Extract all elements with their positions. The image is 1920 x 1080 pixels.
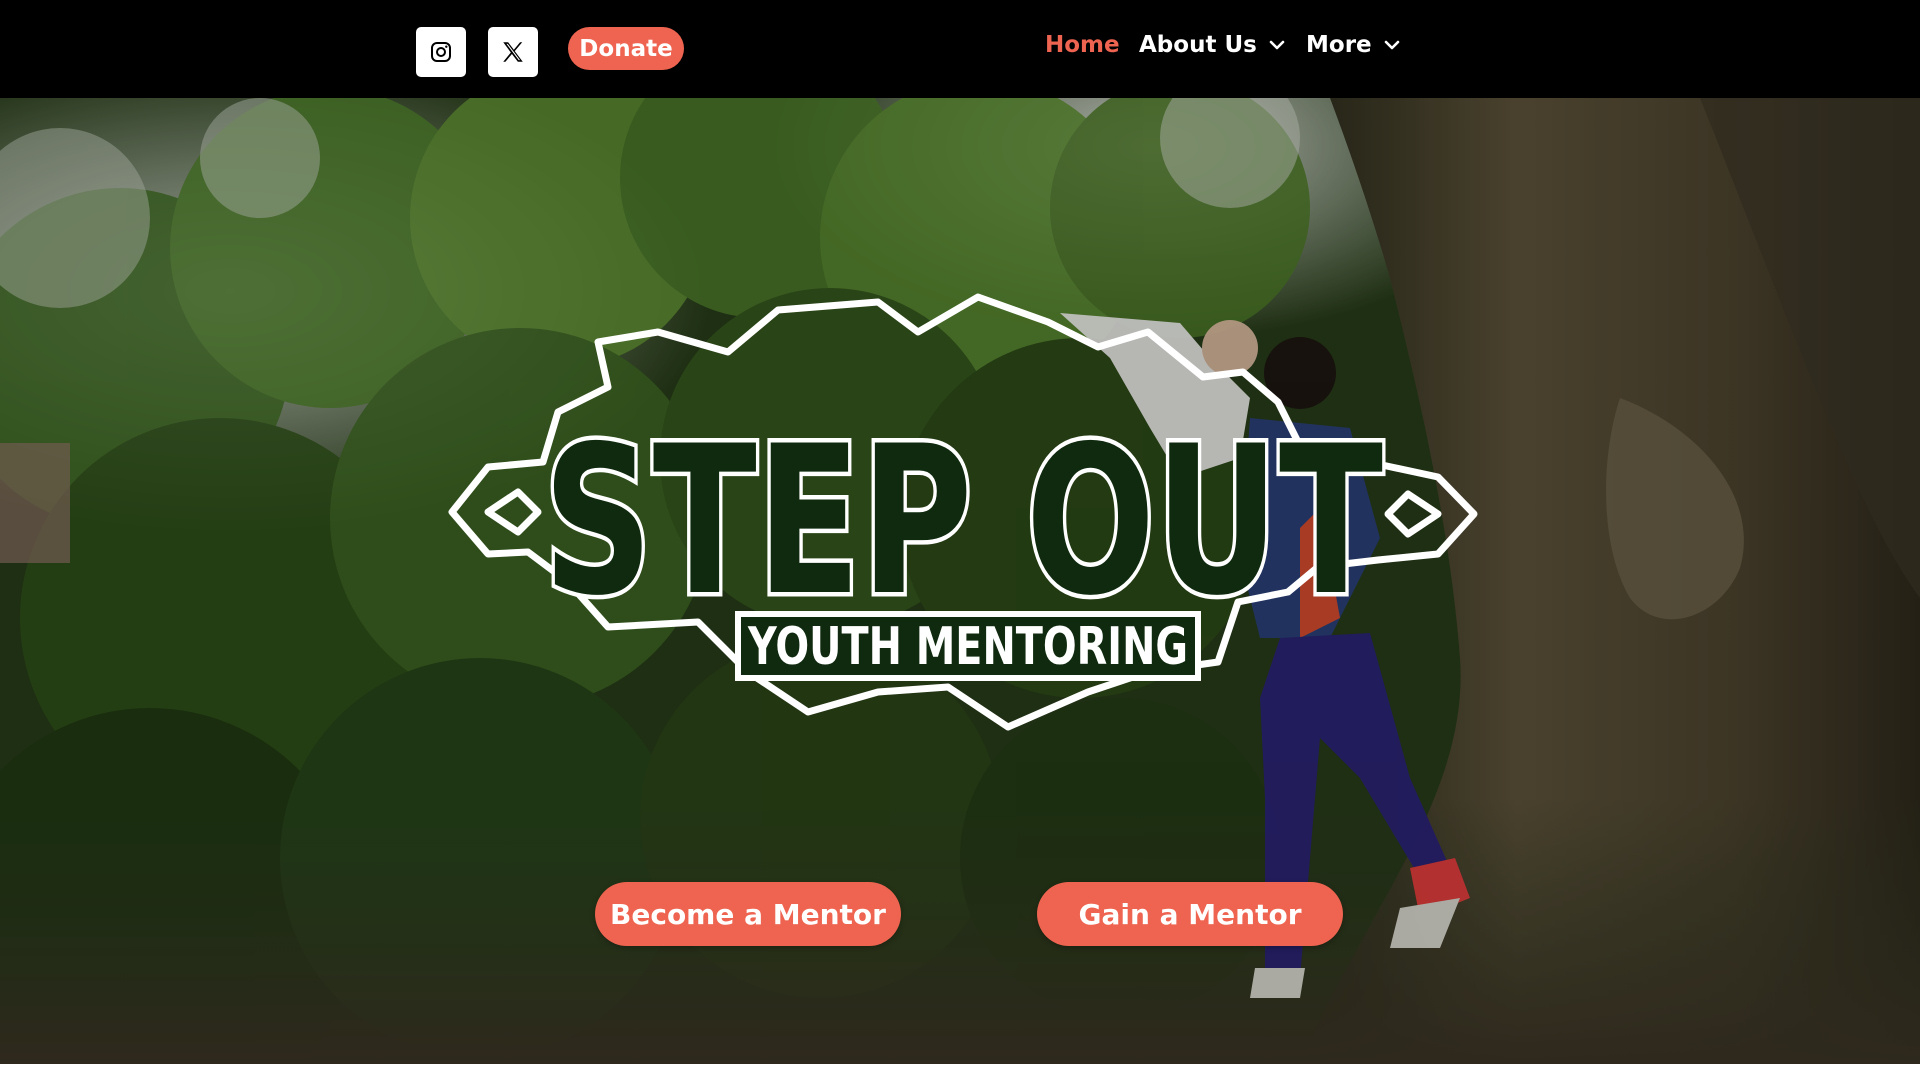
x-twitter-icon	[503, 42, 523, 62]
instagram-link[interactable]	[416, 27, 466, 77]
gain-a-mentor-button[interactable]: Gain a Mentor	[1037, 882, 1343, 946]
donate-button[interactable]: Donate	[568, 27, 684, 70]
step-out-logo: STEP OUT YOUTH MENTORING	[448, 293, 1478, 731]
page-bottom-strip	[0, 1064, 1920, 1080]
nav-about-us-label: About Us	[1139, 32, 1257, 58]
logo-title: STEP OUT	[543, 403, 1383, 641]
become-a-mentor-button[interactable]: Become a Mentor	[595, 882, 901, 946]
nav-home[interactable]: Home	[1045, 28, 1120, 62]
nav-more-label: More	[1306, 32, 1372, 58]
nav-home-label: Home	[1045, 32, 1120, 58]
chevron-down-icon	[1269, 39, 1285, 51]
top-navigation-bar: Donate Home About Us More	[0, 0, 1920, 98]
instagram-icon	[431, 42, 451, 62]
logo-subtitle: YOUTH MENTORING	[747, 617, 1188, 677]
chevron-down-icon	[1384, 39, 1400, 51]
nav-about-us[interactable]: About Us	[1139, 28, 1285, 62]
nav-more[interactable]: More	[1306, 28, 1400, 62]
x-twitter-link[interactable]	[488, 27, 538, 77]
